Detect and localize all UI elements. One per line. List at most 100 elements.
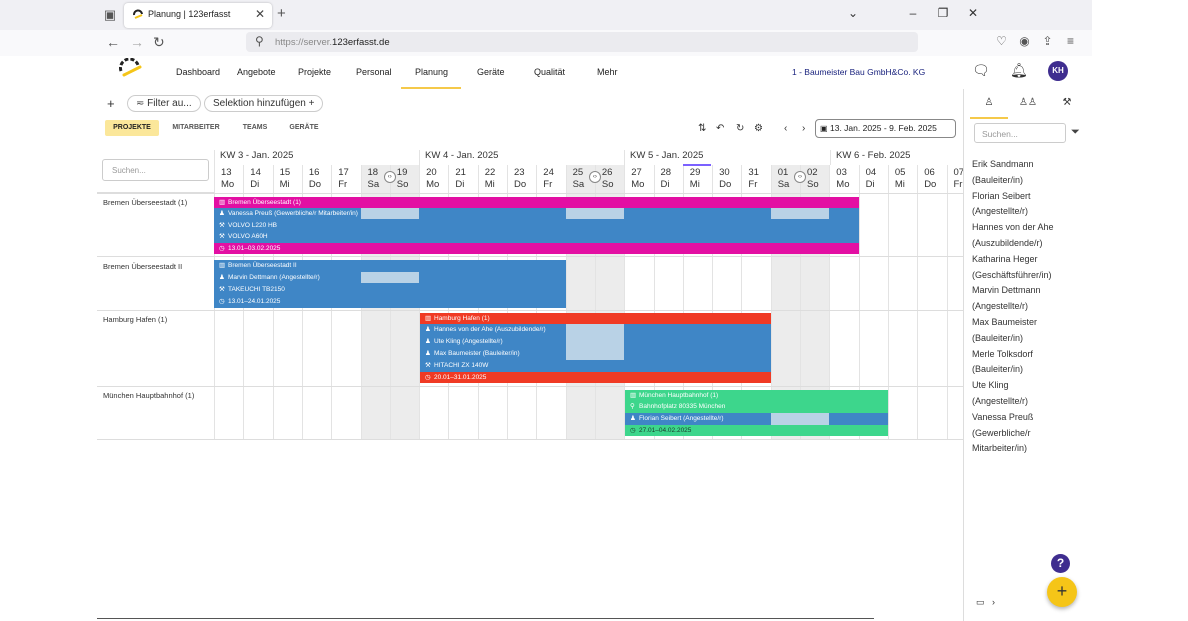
row-divider [97,439,963,440]
menu-icon[interactable]: ≡ [1059,34,1082,48]
day-column[interactable] [917,165,946,440]
panel-search-input[interactable]: Suchen... [974,123,1066,143]
nav-angebote[interactable]: Angebote [237,67,276,77]
help-button[interactable]: ? [1051,554,1070,573]
refresh-icon[interactable]: ↻ [736,123,744,134]
add-icon[interactable]: + [107,96,115,111]
employee-list-item[interactable]: Max Baumeister [972,315,1090,331]
account-icon[interactable]: ◉ [1013,34,1036,48]
collapse-weekend-icon[interactable]: ‹› [383,171,396,183]
project-header-bar[interactable]: ▥ Hamburg Hafen (1) [420,313,771,324]
reload-icon[interactable]: ↻ [153,34,165,51]
employee-list-item[interactable]: Mitarbeiter/in) [972,441,1090,457]
project-row-label[interactable]: Bremen Überseestadt (1) [103,198,187,207]
logo-icon[interactable] [116,58,144,82]
tab-equipment[interactable]: ⚒ [1048,97,1086,119]
person-line: ♟ Hannes von der Ahe (Auszubildende/r) [420,324,546,335]
day-number: 28 [660,167,672,178]
day-name: Fr [543,179,553,190]
tab-teams[interactable]: TEAMS [236,120,274,136]
browser-tab[interactable]: Planung | 123erfasst ✕ [124,3,272,28]
nav-projekte[interactable]: Projekte [298,67,331,77]
laptop-icon[interactable]: ▭ [976,597,985,607]
close-tab-icon[interactable]: ✕ [255,7,265,21]
company-selector[interactable]: 1 - Baumeister Bau GmbH&Co. KG [792,67,925,77]
person-icon: ♙ [984,97,994,108]
group-icon: ♙♙ [1019,97,1037,108]
filter-chip[interactable]: ≂ Filter au... [127,95,201,112]
chevron-left-icon[interactable]: ‹ [784,123,787,134]
tab-teams-panel[interactable]: ♙♙ [1009,97,1047,119]
employee-list-item[interactable]: (Gewerbliche/r [972,426,1090,442]
employee-list-item[interactable]: (Bauleiter/in) [972,331,1090,347]
tab-employees[interactable]: ♙ [970,97,1008,119]
close-window-icon[interactable]: ✕ [958,6,988,20]
date-bar: ◷ 20.01–31.01.2025 [420,372,771,383]
employee-list-item[interactable]: (Bauleiter/in) [972,362,1090,378]
employee-list-item[interactable]: Erik Sandmann [972,157,1090,173]
restore-icon[interactable]: ❐ [928,6,958,20]
weekend-cell [566,208,624,219]
employee-list-item[interactable]: (Angestellte/r) [972,204,1090,220]
bell-icon[interactable]: 🔔︎ [1010,62,1028,79]
chevron-right-icon[interactable]: › [992,597,995,607]
tab-projekte[interactable]: PROJEKTE [105,120,159,136]
employee-list-item[interactable]: Vanessa Preuß [972,410,1090,426]
add-selection-chip[interactable]: Selektion hinzufügen + [204,95,324,112]
gear-icon[interactable]: ⚙ [754,123,763,134]
person-text: Florian Seibert (Angestellte/r) [639,415,724,422]
project-row-label[interactable]: München Hauptbahnhof (1) [103,391,194,400]
nav-dashboard[interactable]: Dashboard [176,67,220,77]
employee-list-item[interactable]: Ute Kling [972,378,1090,394]
tab-title: Planung | 123erfasst [148,9,231,19]
back-icon[interactable]: ← [106,34,120,50]
url-bar[interactable]: ⚲ https://server.123erfasst.de [246,32,918,52]
employee-list-item[interactable]: Katharina Heger [972,252,1090,268]
new-tab-icon[interactable]: + [277,5,286,22]
nav-mehr[interactable]: Mehr [597,67,618,77]
employee-list-item[interactable]: (Geschäftsführer/in) [972,268,1090,284]
sort-icon[interactable]: ⇅ [698,123,706,134]
day-number: 16 [308,167,320,178]
employee-list-item[interactable]: (Bauleiter/in) [972,173,1090,189]
employee-list-item[interactable]: (Angestellte/r) [972,299,1090,315]
pocket-icon[interactable]: ♡ [990,34,1013,48]
project-row-label[interactable]: Bremen Überseestadt II [103,262,182,271]
employee-list-item[interactable]: Merle Tolksdorf [972,347,1090,363]
forward-icon[interactable]: → [130,34,144,50]
add-fab-button[interactable]: + [1047,577,1077,607]
employee-list-item[interactable]: (Auszubildende/r) [972,236,1090,252]
undo-icon[interactable]: ↶ [716,123,724,134]
scrollbar-track[interactable] [97,618,874,619]
minimize-icon[interactable]: – [898,6,928,20]
collapse-weekend-icon[interactable]: ‹› [588,171,601,183]
day-number: 01 [777,167,789,178]
nav-qualitaet[interactable]: Qualität [534,67,565,77]
chevron-right-icon[interactable]: › [802,123,805,134]
filter-icon[interactable]: ⏷ [1071,126,1080,139]
employee-list-item[interactable]: (Angestellte/r) [972,394,1090,410]
chevron-down-icon[interactable]: ⌄ [838,6,868,20]
avatar[interactable]: KH [1048,61,1068,81]
project-header-bar[interactable]: ▥ Bremen Überseestadt (1) [214,197,859,208]
employee-list-item[interactable]: Florian Seibert [972,189,1090,205]
wrench-icon: ⚒ [219,222,225,229]
employee-list-item[interactable]: Hannes von der Ahe [972,220,1090,236]
tab-mitarbeiter[interactable]: MITARBEITER [166,120,226,136]
chat-icon[interactable]: 🗨 [972,62,990,79]
tab-geraete[interactable]: GERÄTE [283,120,325,136]
date-range-picker[interactable]: ▣ 13. Jan. 2025 - 9. Feb. 2025 [815,119,956,138]
extensions-icon[interactable]: ⇪ [1036,34,1059,48]
nav-planung[interactable]: Planung [415,67,448,77]
nav-geraete[interactable]: Geräte [477,67,505,77]
day-column[interactable] [946,165,964,440]
employee-list-item[interactable]: Marvin Dettmann [972,283,1090,299]
address-line: ⚲ Bahnhofplatz 80335 München [625,401,725,412]
nav-personal[interactable]: Personal [356,67,392,77]
project-row-label[interactable]: Hamburg Hafen (1) [103,315,167,324]
grid-search-input[interactable]: Suchen... [102,159,209,181]
tab-overview-icon[interactable]: ▣ [102,7,118,23]
collapse-weekend-icon[interactable]: ‹› [794,171,806,183]
day-column[interactable] [887,165,917,440]
day-name: Mo [836,179,850,190]
